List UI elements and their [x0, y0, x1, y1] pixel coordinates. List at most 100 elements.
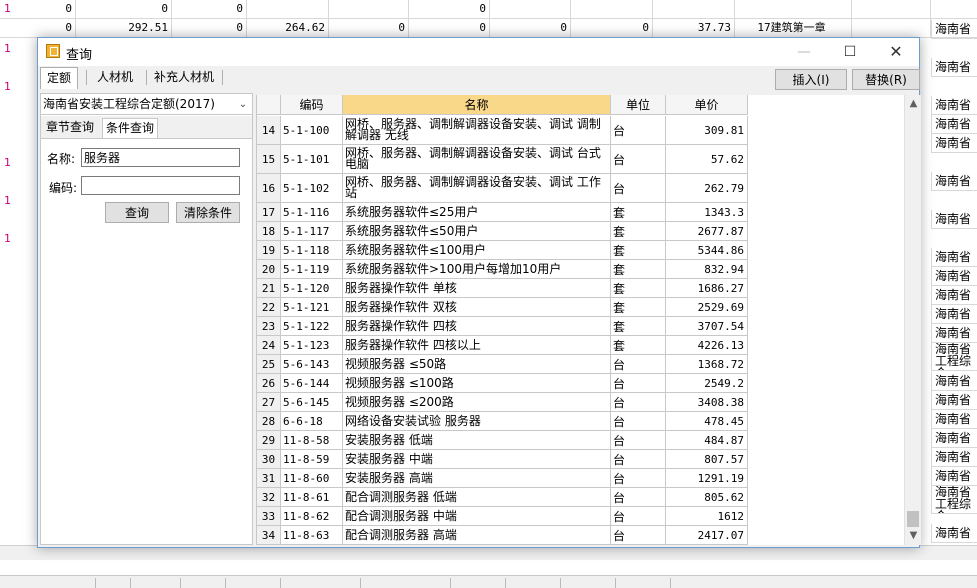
table-row[interactable]: 18 5-1-117 系统服务器软件≤50用户套 2677.87 — [257, 222, 748, 241]
tab-quota[interactable]: 定额 — [40, 67, 79, 89]
maximize-button[interactable]: ☐ — [827, 38, 873, 66]
table-row[interactable]: 23 5-1-122 服务器操作软件 四核套 3707.54 — [257, 317, 748, 336]
row-index: 24 — [257, 336, 281, 354]
row-name: 配合调测服务器 中端 — [343, 507, 611, 525]
bg-cell — [852, 19, 931, 37]
minimize-button[interactable]: — — [781, 38, 827, 66]
table-row[interactable]: 24 5-1-123 服务器操作软件 四核以上套 4226.13 — [257, 336, 748, 355]
row-price: 57.62 — [666, 145, 748, 173]
row-unit: 台 — [611, 526, 666, 544]
table-row[interactable]: 33 11-8-62 配合调测服务器 中端台 1612 — [257, 507, 748, 526]
row-price: 807.57 — [666, 450, 748, 468]
table-row[interactable]: 15 5-1-101 网桥、服务器、调制解调器设备安装、调试 台式电脑台 57.62 — [257, 145, 748, 174]
table-row[interactable]: 25 5-6-143 视频服务器 ≤50路台 1368.72 — [257, 355, 748, 374]
name-label: 名称: — [47, 152, 76, 166]
bg-right-cell: 海南省工程综合 — [931, 343, 977, 371]
header-name[interactable]: 名称 — [343, 95, 611, 115]
bg-cell — [852, 0, 931, 18]
title-bar[interactable]: 查询 — ☐ ✕ — [38, 38, 919, 66]
row-code: 11-8-61 — [281, 488, 343, 506]
bg-cell: 17建筑第一章 — [735, 19, 852, 37]
row-index: 30 — [257, 450, 281, 468]
row-unit: 套 — [611, 317, 666, 335]
row-index: 28 — [257, 412, 281, 430]
table-row[interactable]: 26 5-6-144 视频服务器 ≤100路台 2549.2 — [257, 374, 748, 393]
dialog-title: 查询 — [66, 48, 93, 63]
header-unit[interactable]: 单位 — [611, 95, 666, 115]
row-name: 安装服务器 中端 — [343, 450, 611, 468]
table-row[interactable]: 20 5-1-119 系统服务器软件>100用户每增加10用户套 832.94 — [257, 260, 748, 279]
bg-right-cell: 海南省 — [931, 96, 977, 115]
header-code[interactable]: 编码 — [281, 95, 343, 115]
table-row[interactable]: 32 11-8-61 配合调测服务器 低端台 805.62 — [257, 488, 748, 507]
name-input[interactable] — [81, 148, 240, 167]
row-unit: 套 — [611, 203, 666, 221]
tab-condition-query[interactable]: 条件查询 — [102, 118, 159, 138]
row-code: 11-8-62 — [281, 507, 343, 525]
row-unit: 台 — [611, 355, 666, 373]
table-row[interactable]: 31 11-8-60 安装服务器 高端台 1291.19 — [257, 469, 748, 488]
scroll-up-icon[interactable]: ▲ — [905, 98, 921, 109]
vertical-scrollbar[interactable]: ▲ ▼ — [904, 95, 921, 545]
tab-separator — [86, 70, 87, 85]
row-name: 系统服务器软件≤50用户 — [343, 222, 611, 240]
row-index: 20 — [257, 260, 281, 278]
table-row[interactable]: 14 5-1-100 网桥、服务器、调制解调器设备安装、调试 调制解调器 无线台 30… — [257, 116, 748, 145]
query-dialog: 查询 — ☐ ✕ 定额 人材机 补充人材机 插入(I) 替换(R) 海南省安装工… — [37, 37, 921, 548]
insert-button[interactable]: 插入(I) — [775, 69, 847, 90]
replace-button[interactable]: 替换(R) — [852, 69, 920, 90]
bg-right-cell: 海南省 — [931, 286, 977, 305]
header-price[interactable]: 单价 — [666, 95, 748, 115]
table-row[interactable]: 22 5-1-121 服务器操作软件 双核套 2529.69 — [257, 298, 748, 317]
row-code: 5-1-121 — [281, 298, 343, 316]
row-price: 1291.19 — [666, 469, 748, 487]
bg-cell: 264.62 — [247, 19, 329, 37]
tab-labor-material-machine[interactable]: 人材机 — [91, 67, 139, 88]
tab-separator — [146, 70, 147, 85]
table-row[interactable]: 16 5-1-102 网桥、服务器、调制解调器设备安装、调试 工作站台 262.79 — [257, 174, 748, 203]
table-row[interactable]: 17 5-1-116 系统服务器软件≤25用户套 1343.3 — [257, 203, 748, 222]
clear-conditions-button[interactable]: 清除条件 — [176, 202, 240, 223]
tab-supplementary[interactable]: 补充人材机 — [148, 67, 220, 88]
row-unit: 台 — [611, 374, 666, 392]
row-index: 21 — [257, 279, 281, 297]
row-price: 2549.2 — [666, 374, 748, 392]
row-name: 安装服务器 高端 — [343, 469, 611, 487]
row-index: 16 — [257, 174, 281, 202]
row-unit: 台 — [611, 469, 666, 487]
bg-right-cell: 海南省 — [931, 115, 977, 134]
table-row[interactable]: 34 11-8-63 配合调测服务器 高端台 2417.07 — [257, 526, 748, 545]
row-code: 5-1-123 — [281, 336, 343, 354]
table-row[interactable]: 28 6-6-18 网络设备安装试验 服务器台 478.45 — [257, 412, 748, 431]
row-index: 25 — [257, 355, 281, 373]
search-panel: 海南省安装工程综合定额(2017) ⌄ 章节查询 条件查询 名称: 编码: 查询… — [40, 93, 253, 545]
row-index: 31 — [257, 469, 281, 487]
row-code: 11-8-59 — [281, 450, 343, 468]
table-row[interactable]: 19 5-1-118 系统服务器软件≤100用户套 5344.86 — [257, 241, 748, 260]
row-code: 5-1-118 — [281, 241, 343, 259]
code-input[interactable] — [81, 176, 240, 195]
table-row[interactable]: 21 5-1-120 服务器操作软件 单核套 1686.27 — [257, 279, 748, 298]
table-row[interactable]: 27 5-6-145 视频服务器 ≤200路台 3408.38 — [257, 393, 748, 412]
background-sheet-tabs[interactable] — [0, 575, 977, 588]
row-code: 5-1-100 — [281, 116, 343, 144]
row-name: 安装服务器 低端 — [343, 431, 611, 449]
bg-right-cell: 海南省 — [931, 467, 977, 486]
quota-library-select[interactable]: 海南省安装工程综合定额(2017) ⌄ — [41, 94, 252, 115]
query-button[interactable]: 查询 — [105, 202, 169, 223]
scroll-down-icon[interactable]: ▼ — [905, 530, 921, 541]
row-unit: 套 — [611, 241, 666, 259]
row-code: 6-6-18 — [281, 412, 343, 430]
row-name: 服务器操作软件 单核 — [343, 279, 611, 297]
row-code: 11-8-63 — [281, 526, 343, 544]
bg-cell — [735, 0, 852, 18]
row-name: 系统服务器软件≤25用户 — [343, 203, 611, 221]
bg-row-mark: 1 — [4, 156, 11, 169]
tab-chapter-query[interactable]: 章节查询 — [43, 118, 97, 137]
table-row[interactable]: 30 11-8-59 安装服务器 中端台 807.57 — [257, 450, 748, 469]
row-unit: 台 — [611, 507, 666, 525]
scrollbar-thumb[interactable] — [907, 511, 919, 527]
table-row[interactable]: 29 11-8-58 安装服务器 低端台 484.87 — [257, 431, 748, 450]
row-index: 33 — [257, 507, 281, 525]
close-button[interactable]: ✕ — [873, 38, 919, 66]
